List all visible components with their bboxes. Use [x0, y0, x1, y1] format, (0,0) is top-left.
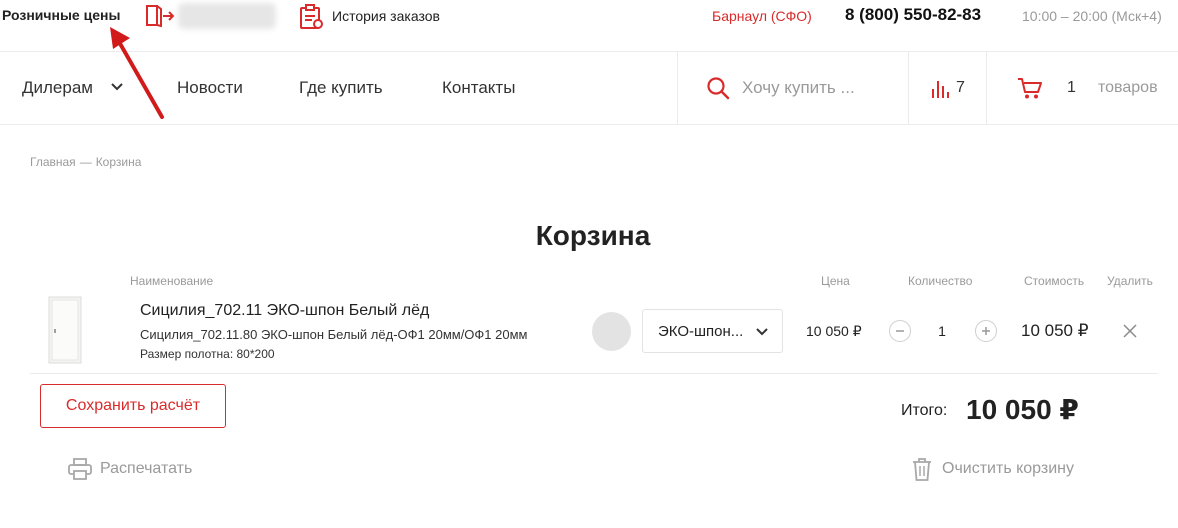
breadcrumb-current: Корзина [95, 155, 142, 169]
user-name-blurred[interactable] [178, 3, 276, 29]
working-hours: 10:00 – 20:00 (Мск+4) [1022, 8, 1162, 24]
column-header-delete: Удалить [1107, 274, 1153, 288]
nav-news[interactable]: Новости [177, 78, 243, 98]
minus-icon [896, 330, 904, 332]
column-header-quantity: Количество [908, 274, 973, 288]
search-box [677, 52, 908, 124]
annotation-arrow [110, 27, 164, 119]
quantity-decrement-button[interactable] [889, 320, 911, 342]
column-header-price: Цена [821, 274, 850, 288]
chevron-down-icon [756, 328, 768, 336]
print-icon[interactable] [68, 458, 92, 480]
clear-cart-button[interactable]: Очистить корзину [942, 460, 1074, 478]
quantity-value[interactable]: 1 [930, 323, 954, 339]
column-header-name: Наименование [130, 274, 214, 288]
breadcrumb-home[interactable]: Главная [30, 155, 76, 169]
close-icon[interactable] [1122, 323, 1138, 339]
product-title[interactable]: Сицилия_702.11 ЭКО-шпон Белый лёд [140, 302, 429, 320]
product-thumbnail[interactable] [48, 296, 82, 364]
product-size: Размер полотна: 80*200 [140, 347, 275, 361]
cart-label: товаров [1098, 79, 1158, 96]
quantity-increment-button[interactable] [975, 320, 997, 342]
trash-icon[interactable] [912, 457, 932, 481]
nav-dealers[interactable]: Дилерам [22, 78, 93, 98]
order-history-icon[interactable] [298, 4, 324, 30]
cart-button[interactable]: 1 товаров [986, 52, 1178, 124]
compare-count: 7 [956, 79, 965, 96]
material-select-value: ЭКО-шпон... [658, 323, 744, 340]
phone-number[interactable]: 8 (800) 550-82-83 [845, 5, 981, 25]
nav-contacts[interactable]: Контакты [442, 78, 515, 98]
row-divider [30, 373, 1158, 374]
plus-icon [982, 327, 990, 335]
city-selector[interactable]: Барнаул (СФО) [712, 8, 812, 24]
breadcrumb-separator: — [79, 155, 92, 169]
color-swatch[interactable] [592, 312, 631, 351]
total-value: 10 050 ₽ [966, 394, 1079, 425]
order-history-link[interactable]: История заказов [332, 8, 440, 24]
product-subtitle: Сицилия_702.11.80 ЭКО-шпон Белый лёд-ОФ1… [140, 327, 528, 342]
item-price: 10 050 ₽ [806, 323, 862, 339]
save-calculation-button[interactable]: Сохранить расчёт [40, 384, 226, 428]
total-label: Итого: [901, 402, 948, 419]
material-select[interactable]: ЭКО-шпон... [642, 309, 783, 353]
cart-icon [1018, 78, 1042, 99]
search-input[interactable] [742, 74, 900, 102]
breadcrumb: Главная — Корзина [30, 155, 141, 169]
item-cost: 10 050 ₽ [1021, 321, 1089, 340]
cart-count: 1 [1067, 79, 1076, 96]
page-title: Корзина [535, 220, 651, 251]
search-icon[interactable] [706, 76, 730, 100]
print-button[interactable]: Распечатать [100, 460, 192, 478]
compare-button[interactable]: 7 [908, 52, 986, 124]
retail-prices-link[interactable]: Розничные цены [2, 7, 120, 23]
compare-icon [932, 81, 949, 98]
nav-where-to-buy[interactable]: Где купить [299, 78, 383, 98]
column-header-cost: Стоимость [1024, 274, 1085, 288]
